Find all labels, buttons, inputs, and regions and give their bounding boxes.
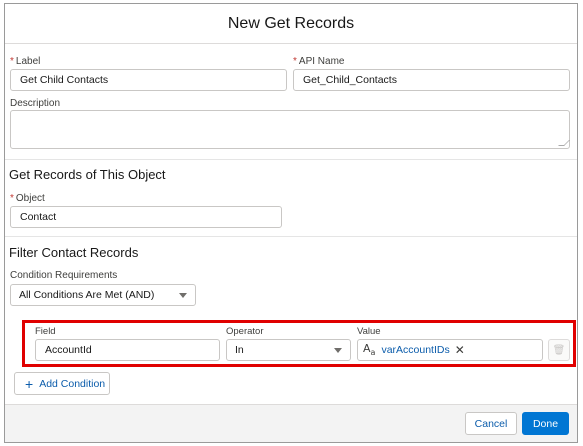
condition-field-input[interactable]: AccountId — [35, 339, 220, 361]
condition-operator-header: Operator — [226, 326, 264, 337]
condition-value-input[interactable]: Aa varAccountIDs ✕ — [357, 339, 543, 361]
remove-value-icon[interactable]: ✕ — [455, 343, 465, 357]
text-variable-icon: Aa — [363, 342, 376, 358]
cancel-button[interactable]: Cancel — [465, 412, 517, 435]
condition-value-header: Value — [357, 326, 381, 337]
object-section-heading: Get Records of This Object — [9, 167, 166, 182]
get-records-modal: New Get Records * Label Get Child Contact… — [4, 3, 578, 443]
add-condition-button[interactable]: + Add Condition — [14, 372, 110, 395]
object-field-label: * Object — [10, 193, 45, 204]
condition-field-header: Field — [35, 326, 56, 337]
label-input[interactable]: Get Child Contacts — [10, 69, 287, 91]
api-name-field-label: * API Name — [293, 56, 345, 67]
required-marker: * — [10, 56, 14, 67]
add-condition-label: Add Condition — [39, 377, 106, 390]
done-button[interactable]: Done — [522, 412, 569, 435]
condition-operator-select[interactable]: In — [226, 339, 351, 361]
required-marker: * — [293, 56, 297, 67]
value-pill-label: varAccountIDs — [381, 344, 450, 356]
filter-section-heading: Filter Contact Records — [9, 245, 139, 260]
plus-icon: + — [25, 375, 34, 392]
required-marker: * — [10, 193, 14, 204]
description-label: Description — [10, 98, 61, 109]
modal-header: New Get Records — [5, 4, 577, 44]
condition-requirements-label: Condition Requirements — [10, 270, 118, 281]
chevron-down-icon — [179, 293, 187, 298]
label-field-label: * Label — [10, 56, 41, 67]
condition-requirements-select[interactable]: All Conditions Are Met (AND) — [10, 284, 196, 306]
description-textarea[interactable] — [10, 110, 570, 149]
value-pill: Aa varAccountIDs ✕ — [363, 342, 465, 357]
trash-icon[interactable]: 🗑 — [548, 339, 570, 361]
resize-handle-icon[interactable] — [558, 140, 570, 146]
modal-title: New Get Records — [227, 14, 355, 32]
section-divider — [5, 159, 577, 160]
object-input[interactable]: Contact — [10, 206, 282, 228]
chevron-down-icon — [334, 348, 342, 353]
api-name-input[interactable]: Get_Child_Contacts — [293, 69, 570, 91]
section-divider — [5, 236, 577, 237]
